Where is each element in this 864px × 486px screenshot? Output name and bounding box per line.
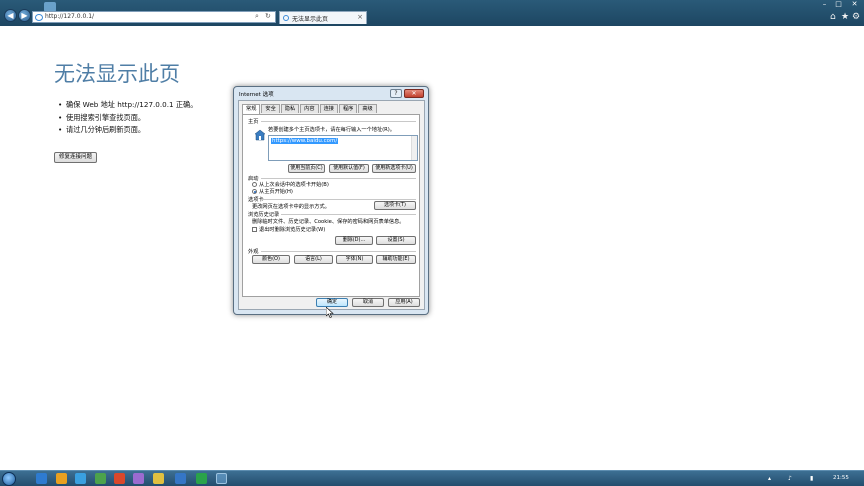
startup-option-home: 从主页开始(H) [259,189,293,195]
divider [261,251,416,252]
delete-history-button[interactable]: 删除(D)... [335,236,373,245]
ie-page-icon [35,14,43,21]
tab-privacy[interactable]: 隐私 [280,104,300,113]
start-button[interactable] [2,472,16,486]
home-section-label: 主页 [248,119,259,125]
back-button[interactable]: ◀ [4,9,17,22]
history-section-label: 浏览历史记录 [248,212,280,218]
home-page-url: https://www.baidu.com/ [271,138,339,144]
tab-programs[interactable]: 程序 [338,104,358,113]
ie-taskbar-icon[interactable] [36,473,47,484]
address-text: http://127.0.0.1/ [45,13,95,20]
maximize-button[interactable]: □ [832,0,845,9]
page-title: 无法显示此页 [54,62,180,86]
tab-advanced[interactable]: 高级 [358,104,377,113]
taskbar-clock[interactable]: 21:55 [833,475,849,481]
explorer-taskbar-icon[interactable] [56,473,67,484]
startup-section-label: 启动 [248,176,259,182]
media-taskbar-icon[interactable] [196,473,207,484]
list-item: 使用搜索引擎查找页面。 [58,112,236,125]
network-icon[interactable]: ▮ [810,475,813,482]
browser-titlebar: ◀ ▶ http://127.0.0.1/ ⌕ ↻ 无法显示此页 × – □ ✕… [0,0,864,26]
help-button[interactable]: ? [390,89,402,98]
use-default-button[interactable]: 使用默认值(F) [329,164,369,173]
ie-tab-icon [283,15,289,21]
tab-current[interactable]: 无法显示此页 × [279,11,367,24]
radio-home-page[interactable] [252,189,257,194]
ie-active-taskbar-icon[interactable] [216,473,227,484]
apply-button[interactable]: 应用(A) [388,298,420,307]
tabs-description: 更改网页在选项卡中的显示方式。 [252,204,330,210]
forward-icon: ▶ [21,11,28,20]
close-button[interactable]: ✕ [848,0,861,9]
dialog-title: Internet 选项 [239,92,274,98]
divider [261,121,416,122]
tools-gear-icon[interactable]: ⚙ [852,12,860,22]
languages-button[interactable]: 语言(L) [294,255,333,264]
history-description: 删除临时文件、历史记录、Cookie、保存的密码和网页表单信息。 [252,219,405,225]
tab-title: 无法显示此页 [292,16,329,23]
tab-content[interactable]: 内容 [300,104,319,113]
divider [261,199,416,200]
home-page-icon [254,129,266,141]
history-settings-button[interactable]: 设置(S) [376,236,416,245]
home-page-textarea[interactable]: https://www.baidu.com/ [268,135,418,161]
home-icon[interactable]: ⌂ [830,12,836,22]
address-bar[interactable]: http://127.0.0.1/ ⌕ ↻ [32,11,276,23]
delete-on-exit-checkbox[interactable] [252,227,257,232]
forward-button[interactable]: ▶ [18,9,31,22]
mouse-cursor-icon [326,307,334,318]
minimize-button[interactable]: – [818,0,831,9]
folder-taskbar-icon[interactable] [153,473,164,484]
accessibility-button[interactable]: 辅助功能(E) [376,255,416,264]
cancel-button[interactable]: 取消 [352,298,384,307]
divider [281,214,416,215]
colors-button[interactable]: 颜色(O) [252,255,290,264]
app-taskbar-icon[interactable] [114,473,125,484]
delete-on-exit-label: 退出时删除浏览历史记录(W) [259,227,326,233]
refresh-icon[interactable]: ↻ [265,12,271,20]
use-current-button[interactable]: 使用当前页(C) [288,164,325,173]
chat-taskbar-icon[interactable] [75,473,86,484]
tray-arrow-icon[interactable]: ▴ [768,475,771,482]
radio-last-session[interactable] [252,182,257,187]
divider [261,178,416,179]
use-new-tab-button[interactable]: 使用新选项卡(U) [372,164,416,173]
tab-connections[interactable]: 连接 [319,104,338,113]
suggestion-list: 确保 Web 地址 http://127.0.0.1 正确。 使用搜索引擎查找页… [58,99,236,137]
appearance-section-label: 外观 [248,249,259,255]
app-taskbar-icon[interactable] [133,473,144,484]
home-instruction: 若要创建多个主页选项卡，请在每行输入一个地址(R)。 [268,127,395,133]
dialog-close-button[interactable]: ✕ [404,89,424,98]
dialog-tabs: 常规 安全 隐私 内容 连接 程序 高级 [242,104,378,114]
dialog-body: 常规 安全 隐私 内容 连接 程序 高级 主页 若要创建多个主页选项卡，请在每行… [238,100,425,310]
textarea-scrollbar[interactable] [411,136,417,160]
taskbar: ▴ ♪ ▮ 21:55 [0,470,864,486]
back-icon: ◀ [7,11,14,20]
tabs-settings-button[interactable]: 选项卡(T) [374,201,416,210]
startup-option-last-session: 从上次会话中的选项卡开始(B) [259,182,329,188]
internet-options-dialog: Internet 选项 ? ✕ 常规 安全 隐私 内容 连接 程序 高级 主页 … [233,86,429,315]
ok-button[interactable]: 确定 [316,298,348,307]
favorites-icon[interactable]: ★ [841,12,849,22]
general-panel: 主页 若要创建多个主页选项卡，请在每行输入一个地址(R)。 https://ww… [242,114,420,297]
tab-close-icon[interactable]: × [357,13,363,21]
fonts-button[interactable]: 字体(N) [336,255,373,264]
list-item: 请过几分钟后刷新页面。 [58,124,236,137]
search-icon[interactable]: ⌕ [255,12,259,21]
wechat-taskbar-icon[interactable] [95,473,106,484]
tab-security[interactable]: 安全 [261,104,280,113]
tab-general[interactable]: 常规 [242,104,261,114]
word-taskbar-icon[interactable] [175,473,186,484]
fix-connection-button[interactable]: 修复连接问题 [54,152,97,163]
list-item: 确保 Web 地址 http://127.0.0.1 正确。 [58,99,236,112]
volume-icon[interactable]: ♪ [788,475,792,482]
